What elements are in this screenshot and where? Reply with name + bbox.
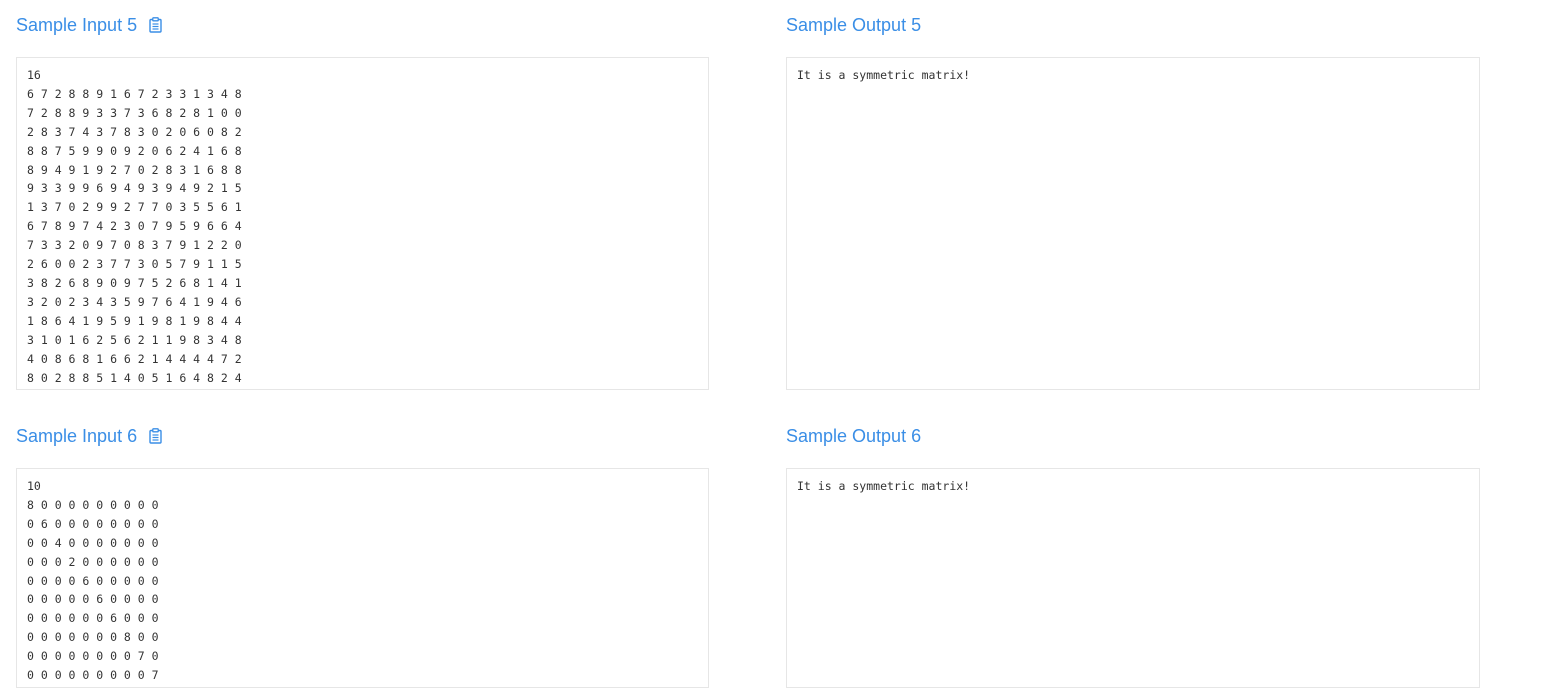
clipboard-icon (148, 17, 162, 33)
sample-output-5-heading: Sample Output 5 (786, 12, 921, 38)
sample-input-6-section: Sample Input 6 10 8 0 0 0 0 0 0 0 0 0 0 … (16, 423, 709, 688)
sample-input-6-heading: Sample Input 6 (16, 423, 163, 449)
sample-output-6-text: It is a symmetric matrix! (797, 479, 971, 493)
copy-sample-input-6-button[interactable] (147, 427, 163, 445)
sample-input-6-title: Sample Input 6 (16, 425, 138, 446)
sample-output-6-heading: Sample Output 6 (786, 423, 921, 449)
sample-input-5-panel[interactable]: 16 6 7 2 8 8 9 1 6 7 2 3 3 1 3 4 8 7 2 8… (16, 57, 709, 390)
sample-input-5-text: 16 6 7 2 8 8 9 1 6 7 2 3 3 1 3 4 8 7 2 8… (27, 68, 242, 385)
sample-input-5-title: Sample Input 5 (16, 14, 138, 35)
sample-output-6-section: Sample Output 6 It is a symmetric matrix… (786, 423, 1480, 688)
sample-input-5-section: Sample Input 5 16 6 7 2 8 8 9 1 6 7 2 3 … (16, 12, 709, 390)
sample-output-5-section: Sample Output 5 It is a symmetric matrix… (786, 12, 1480, 390)
sample-output-6-title: Sample Output 6 (786, 425, 922, 446)
sample-output-5-panel[interactable]: It is a symmetric matrix! (786, 57, 1480, 390)
sample-output-5-title: Sample Output 5 (786, 14, 922, 35)
sample-input-6-text: 10 8 0 0 0 0 0 0 0 0 0 0 6 0 0 0 0 0 0 0… (27, 479, 159, 683)
copy-sample-input-5-button[interactable] (147, 16, 163, 34)
sample-input-6-panel[interactable]: 10 8 0 0 0 0 0 0 0 0 0 0 6 0 0 0 0 0 0 0… (16, 468, 709, 688)
sample-output-5-text: It is a symmetric matrix! (797, 68, 971, 82)
clipboard-icon (148, 428, 162, 444)
sample-output-6-panel[interactable]: It is a symmetric matrix! (786, 468, 1480, 688)
sample-input-5-heading: Sample Input 5 (16, 12, 163, 38)
